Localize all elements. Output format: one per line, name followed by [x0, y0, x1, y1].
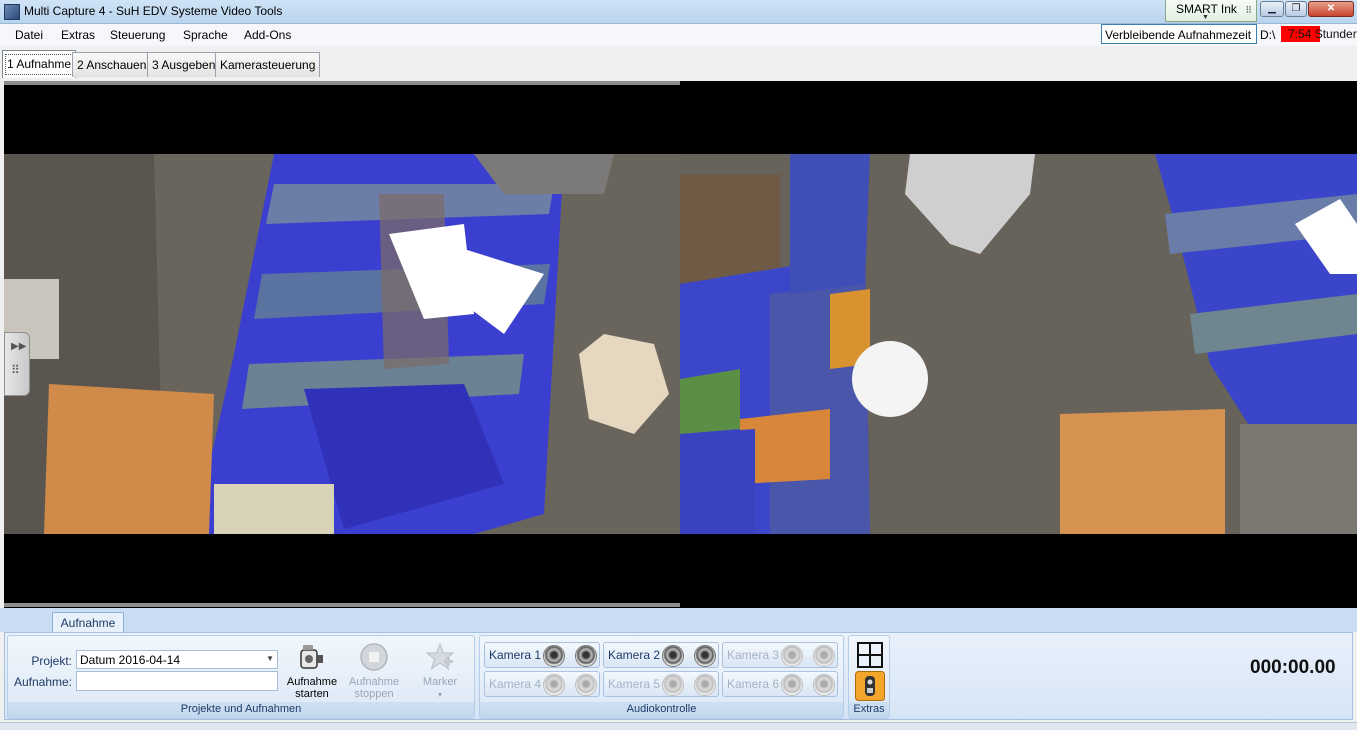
expand-icon: ▶▶: [11, 341, 27, 352]
camera-2-label: Kamera 2: [608, 648, 661, 662]
camera-5-audio[interactable]: Kamera 5: [603, 671, 719, 697]
group-extras-label: Extras: [849, 702, 889, 718]
minimize-button[interactable]: ▁: [1260, 1, 1284, 17]
speaker-left-icon[interactable]: [781, 645, 803, 667]
remaining-hours-value: 7:54 Stunden: [1288, 27, 1357, 41]
chevron-down-icon: ▼: [266, 654, 274, 663]
camera-6-label: Kamera 6: [727, 677, 780, 691]
ribbon: Projekt: Datum 2016-04-14 ▼ Aufnahme: Au…: [4, 632, 1353, 720]
window-title: Multi Capture 4 - SuH EDV Systeme Video …: [24, 4, 283, 18]
video-preview-area: ▶▶ ⠿: [4, 81, 1357, 608]
stop-line-2: stoppen: [354, 688, 394, 700]
group-extras: Extras: [848, 635, 890, 719]
start-line-1: Aufnahme: [286, 676, 338, 688]
menu-datei[interactable]: Datei: [15, 28, 43, 42]
camera-4-audio[interactable]: Kamera 4: [484, 671, 600, 697]
projekt-label: Projekt:: [31, 654, 72, 668]
menu-steuerung[interactable]: Steuerung: [110, 28, 165, 42]
app-icon: [4, 4, 20, 20]
camera-2-audio[interactable]: Kamera 2: [603, 642, 719, 668]
marker-label: Marker: [422, 676, 458, 688]
camcorder-icon: [300, 645, 323, 669]
camera-1-image: [4, 154, 680, 534]
speaker-left-icon[interactable]: [662, 674, 684, 696]
divider: [4, 603, 680, 607]
stop-line-1: Aufnahme: [348, 676, 400, 688]
camera-6-audio[interactable]: Kamera 6: [722, 671, 838, 697]
start-line-2: starten: [295, 688, 329, 700]
menu-sprache[interactable]: Sprache: [183, 28, 228, 42]
projekt-value: Datum 2016-04-14: [80, 653, 181, 667]
speaker-right-icon[interactable]: [694, 674, 716, 696]
remaining-hours: 7:54 Stunden: [1281, 26, 1357, 42]
remaining-time-label: Verbleibende Aufnahmezeit: [1101, 24, 1257, 44]
ribbon-tab-aufnahme[interactable]: Aufnahme: [52, 612, 124, 633]
smart-ink-toolbar[interactable]: SMART Ink ▼ ⠿: [1165, 0, 1257, 22]
recording-timer: 000:00.00: [1250, 657, 1336, 678]
tab-ausgeben[interactable]: 3 Ausgeben: [147, 52, 221, 77]
camera-1-view[interactable]: [4, 154, 680, 534]
speaker-left-icon[interactable]: [543, 674, 565, 696]
marker-button[interactable]: Marker ▼: [410, 640, 470, 702]
keypad-icon: ⠿: [11, 363, 20, 377]
star-plus-icon: [425, 642, 455, 671]
main-tabs: 1 Aufnahme 2 Anschauen 3 Ausgeben Kamera…: [0, 50, 1357, 78]
speaker-right-icon[interactable]: [694, 645, 716, 667]
tab-kamerasteuerung[interactable]: Kamerasteuerung: [215, 52, 321, 77]
tab-anschauen[interactable]: 2 Anschauen: [72, 52, 152, 77]
projekt-dropdown[interactable]: Datum 2016-04-14 ▼: [76, 650, 278, 669]
remote-icon[interactable]: [855, 671, 885, 701]
group-projects-label: Projekte und Aufnahmen: [8, 702, 474, 718]
maximize-button[interactable]: ❐: [1285, 1, 1307, 17]
close-button[interactable]: ✕: [1308, 1, 1354, 17]
speaker-left-icon[interactable]: [781, 674, 803, 696]
menu-extras[interactable]: Extras: [61, 28, 95, 42]
status-bar: [0, 722, 1357, 730]
chevron-down-icon: ▼: [436, 692, 444, 699]
camera-2-image: [680, 154, 1357, 534]
speaker-left-icon[interactable]: [662, 645, 684, 667]
divider: [4, 81, 680, 85]
stop-icon: [360, 643, 388, 671]
speaker-right-icon[interactable]: [575, 674, 597, 696]
menu-add-ons[interactable]: Add-Ons: [244, 28, 291, 42]
group-projects: Projekt: Datum 2016-04-14 ▼ Aufnahme: Au…: [7, 635, 475, 719]
aufnahme-input[interactable]: [76, 671, 278, 691]
side-panel-handle[interactable]: ▶▶ ⠿: [4, 332, 30, 396]
group-audio-label: Audiokontrolle: [480, 702, 843, 718]
camera-4-label: Kamera 4: [489, 677, 542, 691]
camera-1-audio[interactable]: Kamera 1: [484, 642, 600, 668]
ribbon-tabstrip: Aufnahme: [0, 608, 1357, 633]
speaker-left-icon[interactable]: [543, 645, 565, 667]
speaker-right-icon[interactable]: [575, 645, 597, 667]
camera-2-view[interactable]: [680, 154, 1357, 534]
group-audio: Kamera 1 Kamera 2 Kamera 3 Kamera 4 Kame…: [479, 635, 844, 719]
grip-icon: ⠿: [1245, 5, 1252, 15]
speaker-right-icon[interactable]: [813, 645, 835, 667]
drive-label: D:\: [1260, 28, 1276, 42]
camera-5-label: Kamera 5: [608, 677, 661, 691]
title-bar: Multi Capture 4 - SuH EDV Systeme Video …: [0, 0, 1357, 24]
grid-icon[interactable]: [857, 642, 883, 668]
tab-aufnahme[interactable]: 1 Aufnahme: [2, 50, 77, 78]
camera-3-label: Kamera 3: [727, 648, 780, 662]
start-recording-button[interactable]: Aufnahme starten: [282, 640, 342, 702]
stop-recording-button[interactable]: Aufnahme stoppen: [344, 640, 404, 702]
chevron-down-icon: ▼: [1202, 14, 1209, 21]
camera-1-label: Kamera 1: [489, 648, 542, 662]
speaker-right-icon[interactable]: [813, 674, 835, 696]
camera-3-audio[interactable]: Kamera 3: [722, 642, 838, 668]
aufnahme-label: Aufnahme:: [13, 675, 72, 689]
